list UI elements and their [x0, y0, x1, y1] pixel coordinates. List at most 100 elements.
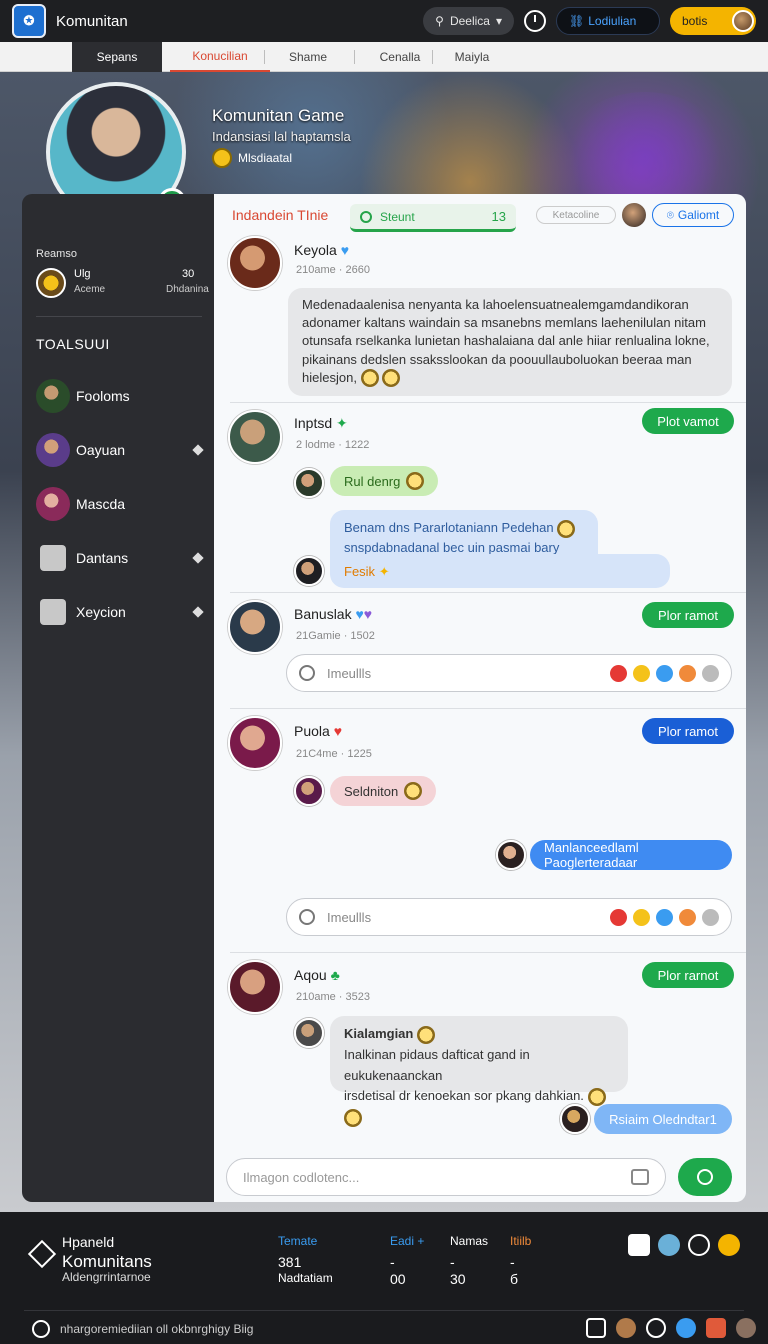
- post-author[interactable]: Aqou ♣: [294, 967, 340, 983]
- footer-col-head[interactable]: Itiilb: [510, 1234, 531, 1248]
- footer-col-value: б: [510, 1270, 519, 1287]
- reaction-icon[interactable]: [679, 908, 696, 926]
- follow-button[interactable]: Plor ramot: [642, 718, 734, 744]
- reply-avatar[interactable]: [294, 1018, 324, 1048]
- post-avatar[interactable]: [228, 236, 282, 290]
- post-author-name: Aqou: [294, 967, 327, 983]
- stat-left-bottom: Aceme: [74, 284, 106, 295]
- small-filter-pill[interactable]: Ketacoline: [536, 206, 616, 224]
- avatar-icon[interactable]: [616, 1318, 636, 1338]
- camera-icon[interactable]: [631, 1169, 649, 1185]
- post-author[interactable]: Keyola ♥: [294, 242, 349, 258]
- post-author[interactable]: Inptsd ✦: [294, 415, 348, 432]
- bird-icon[interactable]: [676, 1318, 696, 1338]
- clock-icon[interactable]: [524, 10, 546, 32]
- tab-sepans[interactable]: Sepans: [72, 42, 162, 72]
- message-composer[interactable]: Ilmagon codlotenc...: [226, 1158, 666, 1196]
- sidebar-item-xeycion[interactable]: Xeycion: [36, 594, 204, 630]
- filter-button[interactable]: ⌾ Galiomt: [652, 203, 734, 227]
- follow-button[interactable]: Plot vamot: [642, 408, 734, 434]
- reply-avatar[interactable]: [560, 1104, 590, 1134]
- post-avatar[interactable]: [228, 716, 282, 770]
- avatar-icon[interactable]: [736, 1318, 756, 1338]
- sidebar: Reamso Ulg Aceme 30 Dhdanina TOALSUUI Fo…: [22, 194, 214, 1202]
- community-tag-label: Mlsdiaatal: [238, 151, 293, 165]
- link-button[interactable]: ⛓ Lodiulian: [556, 7, 660, 35]
- heart-icon: ♥: [333, 723, 343, 739]
- sidebar-item-dantans[interactable]: Dantans: [36, 540, 204, 576]
- footer-bottom-icons: [586, 1318, 756, 1338]
- filter-icon: ⌾: [666, 207, 674, 222]
- footer-col-head[interactable]: Eadi +: [390, 1234, 424, 1248]
- filter-avatar[interactable]: [622, 203, 646, 227]
- divider: [230, 592, 746, 593]
- reaction-icon[interactable]: [702, 908, 719, 926]
- community-tag: Mlsdiaatal: [212, 148, 292, 168]
- reply-avatar[interactable]: [496, 840, 526, 870]
- reply-avatar[interactable]: [294, 468, 324, 498]
- globe-icon[interactable]: [658, 1234, 680, 1256]
- sidebar-item-mascda[interactable]: Mascda: [36, 486, 202, 522]
- footer-col-head[interactable]: Namas: [450, 1234, 488, 1248]
- follow-button[interactable]: Plor ramot: [642, 602, 734, 628]
- reply-avatar[interactable]: [294, 556, 324, 586]
- reaction-icon[interactable]: [610, 908, 627, 926]
- composer-placeholder: Ilmagon codlotenc...: [243, 1169, 360, 1185]
- post-author-name: Inptsd: [294, 415, 333, 431]
- footer-social: [628, 1234, 740, 1256]
- community-subtitle: Indansiasi lal haptamsla: [212, 129, 351, 144]
- tab-cenalla[interactable]: Cenalla: [362, 42, 438, 72]
- footer-col-value: Nadtatiam: [278, 1270, 333, 1285]
- post-avatar[interactable]: [228, 960, 282, 1014]
- chat-icon[interactable]: [586, 1318, 606, 1338]
- stat-left-top: Ulg: [74, 268, 91, 280]
- tab-maiyla[interactable]: Maiyla: [436, 42, 508, 72]
- reaction-icon[interactable]: [633, 908, 650, 926]
- flag-icon[interactable]: [706, 1318, 726, 1338]
- user-avatar[interactable]: [732, 10, 754, 32]
- sidebar-item-fooloms[interactable]: Fooloms: [36, 378, 202, 414]
- footer-col: Namas - 30: [450, 1234, 488, 1288]
- reaction-icon[interactable]: [702, 664, 719, 682]
- heart-icon[interactable]: [646, 1318, 666, 1338]
- divider: [24, 1310, 744, 1311]
- share-icon[interactable]: [628, 1234, 650, 1256]
- link-icon: ⛓: [569, 14, 585, 28]
- reaction-icon[interactable]: [656, 664, 673, 682]
- follow-button[interactable]: Plor rarnot: [642, 962, 734, 988]
- reply-avatar[interactable]: [294, 776, 324, 806]
- reaction-icon[interactable]: [633, 664, 650, 682]
- post-avatar[interactable]: [228, 600, 282, 654]
- coin-icon[interactable]: [718, 1234, 740, 1256]
- footer-col-head[interactable]: Temate: [278, 1234, 333, 1248]
- avatar-icon: [36, 433, 70, 467]
- chevron-down-icon: ▾: [495, 14, 502, 28]
- tab-shame[interactable]: Shame: [270, 42, 346, 72]
- top-bar: ✪ Komunitan ⚲ Deelica ▾ ⛓ Lodiulian boti…: [0, 0, 768, 42]
- reaction-icon[interactable]: [610, 664, 627, 682]
- sidebar-section-title: TOALSUUI: [36, 336, 110, 352]
- reaction-icon[interactable]: [656, 908, 673, 926]
- footer-brand-sub: Aldengrrintarnoe: [62, 1270, 151, 1284]
- shield-logo-icon[interactable]: ✪: [12, 4, 46, 38]
- coins-button[interactable]: botis: [670, 7, 756, 35]
- footer-col: Temate 381 Nadtatiam: [278, 1234, 333, 1285]
- account-dropdown[interactable]: ⚲ Deelica ▾: [423, 7, 514, 35]
- sidebar-item-oayuan[interactable]: Oayuan: [36, 432, 204, 468]
- reply-input[interactable]: Imeullls: [286, 654, 732, 692]
- status-filter[interactable]: Steunt 13: [350, 204, 516, 232]
- reaction-icon[interactable]: [679, 664, 696, 682]
- divider: [230, 402, 746, 403]
- footer-mark-icon: [32, 1320, 50, 1338]
- reply-input[interactable]: Imeullls: [286, 898, 732, 936]
- post-author[interactable]: Banuslak ♥♥: [294, 606, 372, 622]
- feed-panel: Indandein TInie Steunt 13 Ketacoline ⌾ G…: [214, 194, 746, 1202]
- send-button[interactable]: [678, 1158, 732, 1196]
- post-author[interactable]: Puola ♥: [294, 723, 342, 739]
- filter-button-label: Galiomt: [677, 208, 720, 222]
- post-avatar[interactable]: [228, 410, 282, 464]
- tab-konucilian[interactable]: Konucilian: [170, 42, 270, 72]
- smile-icon[interactable]: [688, 1234, 710, 1256]
- emoji-icon: [587, 1087, 606, 1106]
- post-meta: 210ame · 3523: [296, 991, 370, 1003]
